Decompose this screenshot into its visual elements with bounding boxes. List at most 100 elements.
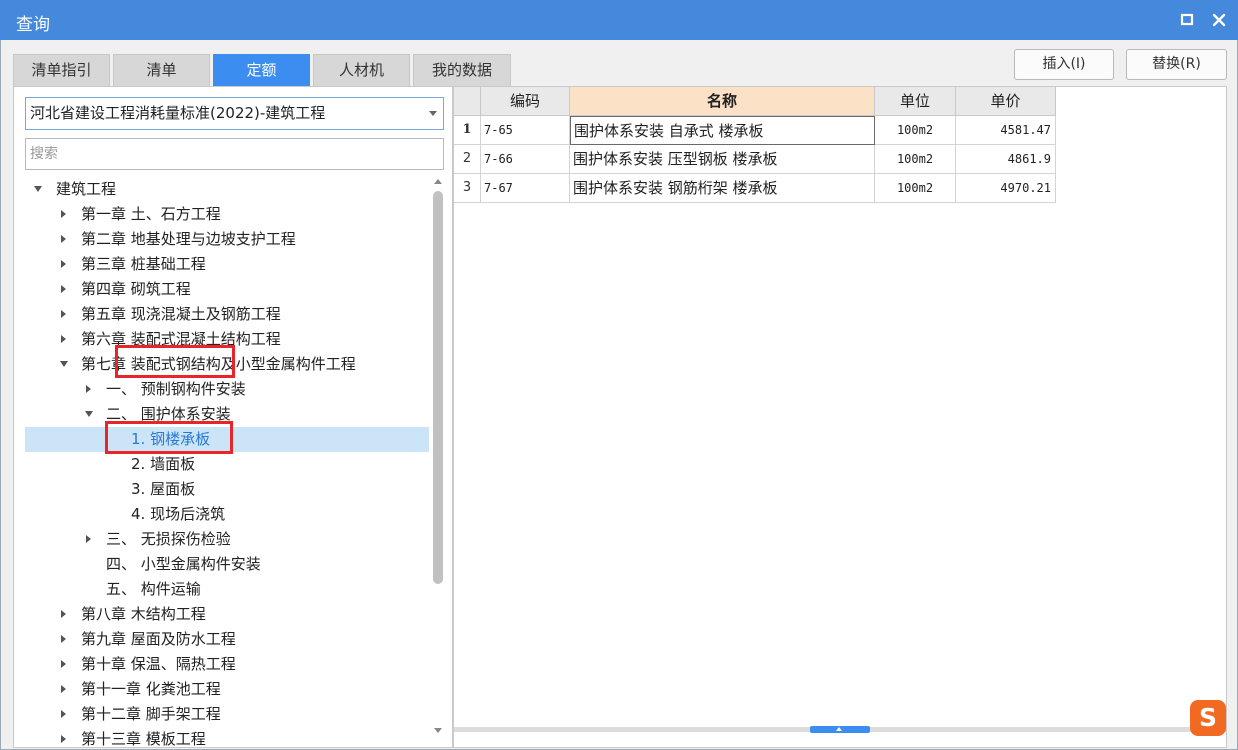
collapsed-triangle-icon[interactable] (59, 702, 71, 727)
title-bar: 查询 (0, 0, 1238, 40)
tree-node[interactable]: 三、 无损探伤检验 (25, 527, 429, 552)
scroll-up-icon[interactable] (434, 179, 442, 184)
tree-node-label: 第九章 屋面及防水工程 (81, 630, 236, 648)
collapsed-triangle-icon[interactable] (59, 227, 71, 252)
ime-logo-icon[interactable]: S (1190, 700, 1226, 736)
collapsed-triangle-icon[interactable] (59, 677, 71, 702)
tree-node[interactable]: 4. 现场后浇筑 (25, 502, 429, 527)
collapsed-triangle-icon[interactable] (59, 652, 71, 677)
tree-node-label: 第三章 桩基础工程 (81, 255, 206, 273)
table-cell-price[interactable]: 4970.21 (956, 174, 1056, 203)
tree-node[interactable]: 四、 小型金属构件安装 (25, 552, 429, 577)
tree-node[interactable]: 第十一章 化粪池工程 (25, 677, 429, 702)
maximize-button[interactable] (1176, 9, 1198, 31)
table-cell-code[interactable]: 7-66 (481, 145, 570, 174)
table-cell-name[interactable]: 围护体系安装 钢筋桁架 楼承板 (570, 174, 875, 203)
standard-select-value: 河北省建设工程消耗量标准(2022)-建筑工程 (30, 104, 326, 122)
column-header-price[interactable]: 单价 (956, 87, 1056, 116)
replace-button[interactable]: 替换(R) (1126, 49, 1227, 80)
quota-tree-panel: 河北省建设工程消耗量标准(2022)-建筑工程 建筑工程第一章 土、石方工程第二… (13, 86, 453, 748)
tree-node[interactable]: 2. 墙面板 (25, 452, 429, 477)
collapsed-triangle-icon[interactable] (59, 252, 71, 277)
chevron-down-icon (429, 111, 437, 116)
collapsed-triangle-icon[interactable] (59, 602, 71, 627)
tree-node-label: 第一章 土、石方工程 (81, 205, 221, 223)
expanded-triangle-icon[interactable] (33, 177, 45, 202)
collapsed-triangle-icon[interactable] (84, 527, 96, 552)
row-number[interactable]: 3 (454, 174, 481, 203)
tree-node[interactable]: 第十章 保温、隔热工程 (25, 652, 429, 677)
table-cell-unit[interactable]: 100m2 (875, 116, 956, 145)
tree-node[interactable]: 第六章 装配式混凝土结构工程 (25, 327, 429, 352)
table-cell-unit[interactable]: 100m2 (875, 145, 956, 174)
tab-my-data[interactable]: 我的数据 (413, 54, 511, 86)
collapsed-triangle-icon[interactable] (59, 327, 71, 352)
tree-node[interactable]: 建筑工程 (25, 177, 429, 202)
tree-node[interactable]: 第一章 土、石方工程 (25, 202, 429, 227)
tree-node-label: 四、 小型金属构件安装 (106, 555, 261, 573)
tree-node-label: 第十二章 脚手架工程 (81, 705, 221, 723)
tree-node[interactable]: 1. 钢楼承板 (25, 427, 429, 452)
tree-node[interactable]: 第四章 砌筑工程 (25, 277, 429, 302)
collapsed-triangle-icon[interactable] (59, 727, 71, 749)
row-number[interactable]: 2 (454, 145, 481, 174)
tree-node-label: 第十章 保温、隔热工程 (81, 655, 236, 673)
search-input[interactable] (25, 138, 444, 170)
tree-node-label: 第十一章 化粪池工程 (81, 680, 221, 698)
tree-node[interactable]: 一、 预制钢构件安装 (25, 377, 429, 402)
tree-scrollbar[interactable] (430, 177, 446, 737)
table-cell-code[interactable]: 7-67 (481, 174, 570, 203)
scrollbar-thumb[interactable] (433, 191, 443, 584)
collapsed-triangle-icon[interactable] (59, 627, 71, 652)
table-cell-price[interactable]: 4861.9 (956, 145, 1056, 174)
close-button[interactable] (1208, 9, 1230, 31)
collapsed-triangle-icon[interactable] (59, 277, 71, 302)
expanded-triangle-icon[interactable] (59, 352, 71, 377)
tab-labor-material-machine[interactable]: 人材机 (313, 54, 410, 86)
tree-node-label: 第十三章 模板工程 (81, 730, 206, 748)
window-body: 清单指引 清单 定额 人材机 我的数据 插入(I) 替换(R) 河北省建设工程消… (0, 40, 1238, 750)
tab-bill[interactable]: 清单 (113, 54, 210, 86)
row-number-header (454, 87, 481, 116)
tree-node[interactable]: 第五章 现浇混凝土及钢筋工程 (25, 302, 429, 327)
tree-node-label: 三、 无损探伤检验 (106, 530, 231, 548)
tree-node[interactable]: 五、 构件运输 (25, 577, 429, 602)
tree-node-label: 4. 现场后浇筑 (131, 505, 226, 523)
table-cell-name[interactable]: 围护体系安装 自承式 楼承板 (570, 116, 875, 145)
collapsed-triangle-icon[interactable] (59, 302, 71, 327)
insert-button[interactable]: 插入(I) (1014, 49, 1114, 80)
tree-node[interactable]: 3. 屋面板 (25, 477, 429, 502)
expanded-triangle-icon[interactable] (84, 402, 96, 427)
splitter-handle[interactable] (810, 726, 870, 733)
column-header-name[interactable]: 名称 (570, 87, 875, 116)
tab-quota[interactable]: 定额 (213, 54, 310, 86)
tree-node-label: 五、 构件运输 (106, 580, 201, 598)
collapsed-triangle-icon[interactable] (84, 377, 96, 402)
tree-node[interactable]: 第二章 地基处理与边坡支护工程 (25, 227, 429, 252)
chapter-tree: 建筑工程第一章 土、石方工程第二章 地基处理与边坡支护工程第三章 桩基础工程 第四… (25, 177, 429, 749)
tree-node-label: 2. 墙面板 (131, 455, 196, 473)
standard-select[interactable]: 河北省建设工程消耗量标准(2022)-建筑工程 (25, 97, 444, 130)
tree-node-label: 第五章 现浇混凝土及钢筋工程 (81, 305, 281, 323)
tab-bill-guide[interactable]: 清单指引 (13, 54, 110, 86)
tree-node[interactable]: 第十二章 脚手架工程 (25, 702, 429, 727)
tree-node[interactable]: 第三章 桩基础工程 (25, 252, 429, 277)
column-header-unit[interactable]: 单位 (875, 87, 956, 116)
window-title: 查询 (16, 15, 50, 35)
row-number[interactable]: 1 (454, 116, 481, 145)
table-cell-price[interactable]: 4581.47 (956, 116, 1056, 145)
table-cell-code[interactable]: 7-65 (481, 116, 570, 145)
column-header-code[interactable]: 编码 (481, 87, 570, 116)
tree-node[interactable]: 第九章 屋面及防水工程 (25, 627, 429, 652)
tree-node-label: 1. 钢楼承板 (131, 430, 211, 448)
tree-node[interactable]: 第八章 木结构工程 (25, 602, 429, 627)
tree-node[interactable]: 二、 围护体系安装 (25, 402, 429, 427)
scroll-down-icon[interactable] (434, 728, 442, 733)
collapsed-triangle-icon[interactable] (59, 202, 71, 227)
table-cell-name[interactable]: 围护体系安装 压型钢板 楼承板 (570, 145, 875, 174)
tree-node-label: 第四章 砌筑工程 (81, 280, 191, 298)
table-cell-unit[interactable]: 100m2 (875, 174, 956, 203)
tree-node[interactable]: 第十三章 模板工程 (25, 727, 429, 749)
tree-node[interactable]: 第七章 装配式钢结构及小型金属构件工程 (25, 352, 429, 377)
tree-node-label: 第八章 木结构工程 (81, 605, 206, 623)
